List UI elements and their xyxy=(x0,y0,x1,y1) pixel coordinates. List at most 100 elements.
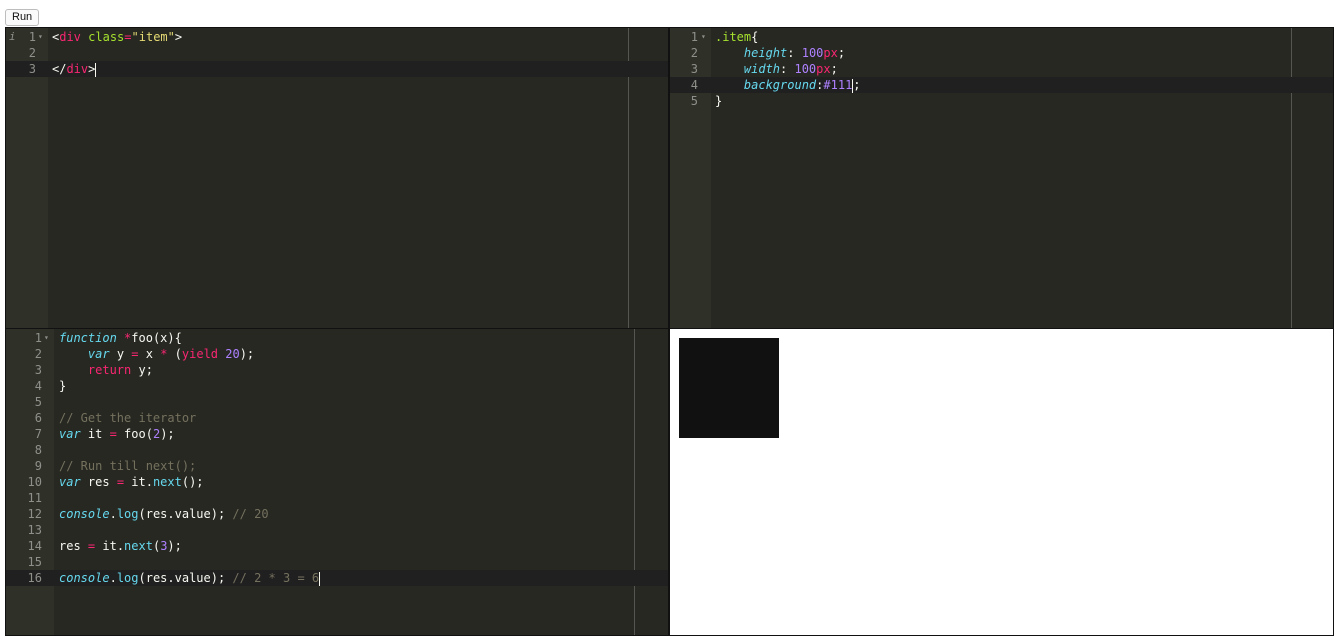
code-line[interactable]: 3 return y; xyxy=(6,362,668,378)
code-token: yield xyxy=(181,347,219,361)
code-line[interactable]: 4 background:#111; xyxy=(670,77,1333,93)
code-token: #111 xyxy=(823,78,853,92)
code-token: // Run till next(); xyxy=(59,459,197,473)
js-editor-lines: 1 ▾ function *foo(x){2 var y = x * (yield … xyxy=(6,330,668,586)
code-line[interactable]: 15 xyxy=(6,554,668,570)
line-number: 16 xyxy=(27,571,42,585)
line-number: 2 xyxy=(28,46,36,60)
code-token: = xyxy=(131,347,139,361)
code-line[interactable]: 14 res = it.next(3); xyxy=(6,538,668,554)
code-token: > xyxy=(88,62,96,76)
code-token: it xyxy=(80,427,110,441)
code-text: var y = x * (yield 20); xyxy=(59,346,254,362)
code-token: // 20 xyxy=(232,507,269,521)
code-token: console xyxy=(59,571,110,585)
code-token: ( xyxy=(167,347,182,361)
fold-arrow-icon[interactable]: ▾ xyxy=(701,29,706,45)
code-token: px xyxy=(823,46,838,60)
code-line[interactable]: 5 xyxy=(6,394,668,410)
fold-arrow-icon[interactable]: ▾ xyxy=(44,330,49,346)
code-token: y xyxy=(109,347,132,361)
text-cursor xyxy=(319,571,321,586)
line-number: 11 xyxy=(27,491,42,505)
code-text: } xyxy=(715,93,722,109)
code-text: <div class="item"> xyxy=(52,29,182,45)
code-line[interactable]: 3 </div> xyxy=(6,61,668,77)
code-text: // Get the iterator xyxy=(59,410,196,426)
code-text: height: 100px; xyxy=(715,45,845,61)
code-token: 100 xyxy=(794,62,817,76)
code-token: ; xyxy=(853,78,861,92)
line-number: 12 xyxy=(27,507,42,521)
code-line[interactable]: 5} xyxy=(670,93,1333,109)
code-token: var xyxy=(59,475,81,489)
code-line[interactable]: 9 // Run till next(); xyxy=(6,458,668,474)
code-line[interactable]: 2 var y = x * (yield 20); xyxy=(6,346,668,362)
code-line[interactable]: 4} xyxy=(6,378,668,394)
code-token: : xyxy=(780,62,795,76)
text-cursor xyxy=(95,62,97,77)
code-line[interactable]: 2 height: 100px; xyxy=(670,45,1333,61)
line-number: 10 xyxy=(27,475,42,489)
code-token: (res.value); xyxy=(138,507,233,521)
code-text: } xyxy=(59,378,66,394)
code-line[interactable]: 13 xyxy=(6,522,668,538)
line-number: 2 xyxy=(34,347,42,361)
code-line[interactable]: 1 ▾ function *foo(x){ xyxy=(6,330,668,346)
css-editor-lines: 1 ▾ .item{2 height: 100px; 3 width: 100px; 4… xyxy=(670,29,1333,109)
code-token: next xyxy=(152,475,182,489)
css-editor[interactable]: 1 ▾ .item{2 height: 100px; 3 width: 100px; 4… xyxy=(669,27,1334,329)
code-token: { xyxy=(751,30,759,44)
line-number: 3 xyxy=(28,62,36,76)
code-text: width: 100px; xyxy=(715,61,838,77)
output-preview xyxy=(669,328,1334,636)
code-token: div xyxy=(59,30,81,44)
code-token: (res.value); xyxy=(138,571,233,585)
code-text: .item{ xyxy=(715,29,758,45)
code-text: function *foo(x){ xyxy=(59,330,182,346)
code-line[interactable]: i 1 ▾ <div class="item"> xyxy=(6,29,668,45)
code-token: y; xyxy=(131,363,153,377)
line-number: 5 xyxy=(690,94,698,108)
code-line[interactable]: 2 xyxy=(6,45,668,61)
line-number: 1 xyxy=(34,331,42,345)
fold-arrow-icon[interactable]: ▾ xyxy=(38,29,43,45)
code-token: } xyxy=(59,379,67,393)
code-token: function xyxy=(59,331,117,345)
code-token: px xyxy=(816,62,831,76)
code-line[interactable]: 3 width: 100px; xyxy=(670,61,1333,77)
code-line[interactable]: 6 // Get the iterator xyxy=(6,410,668,426)
line-number: 4 xyxy=(34,379,42,393)
code-token: . xyxy=(109,507,117,521)
code-token: > xyxy=(174,30,183,44)
code-token: // 2 * 3 = 6 xyxy=(232,571,320,585)
code-line[interactable]: 8 xyxy=(6,442,668,458)
run-button[interactable]: Run xyxy=(5,9,40,26)
code-token: ; xyxy=(837,46,846,60)
line-number: 15 xyxy=(27,555,42,569)
code-line[interactable]: 10 var res = it.next(); xyxy=(6,474,668,490)
line-number: 1 xyxy=(690,30,698,44)
code-line[interactable]: 12 console.log(res.value); // 20 xyxy=(6,506,668,522)
line-number: 5 xyxy=(34,395,42,409)
code-text: console.log(res.value); // 20 xyxy=(59,506,269,522)
code-token: . xyxy=(109,571,117,585)
code-token: ); xyxy=(160,427,175,441)
code-token: foo(x){ xyxy=(131,331,182,345)
code-token: = xyxy=(124,30,132,44)
js-editor[interactable]: 1 ▾ function *foo(x){2 var y = x * (yield … xyxy=(5,328,669,636)
code-line[interactable]: 11 xyxy=(6,490,668,506)
code-line[interactable]: 1 ▾ .item{ xyxy=(670,29,1333,45)
code-token: ; xyxy=(830,62,838,76)
code-text: </div> xyxy=(52,61,97,77)
html-editor[interactable]: i 1 ▾ <div class="item"> 2 3 </div> xyxy=(5,27,669,329)
code-token: ); xyxy=(167,539,182,553)
code-token: next xyxy=(124,539,153,553)
code-line[interactable]: 7 var it = foo(2); xyxy=(6,426,668,442)
code-text: console.log(res.value); // 2 * 3 = 6 xyxy=(59,570,321,586)
code-line[interactable]: 16 console.log(res.value); // 2 * 3 = 6 xyxy=(6,570,668,586)
